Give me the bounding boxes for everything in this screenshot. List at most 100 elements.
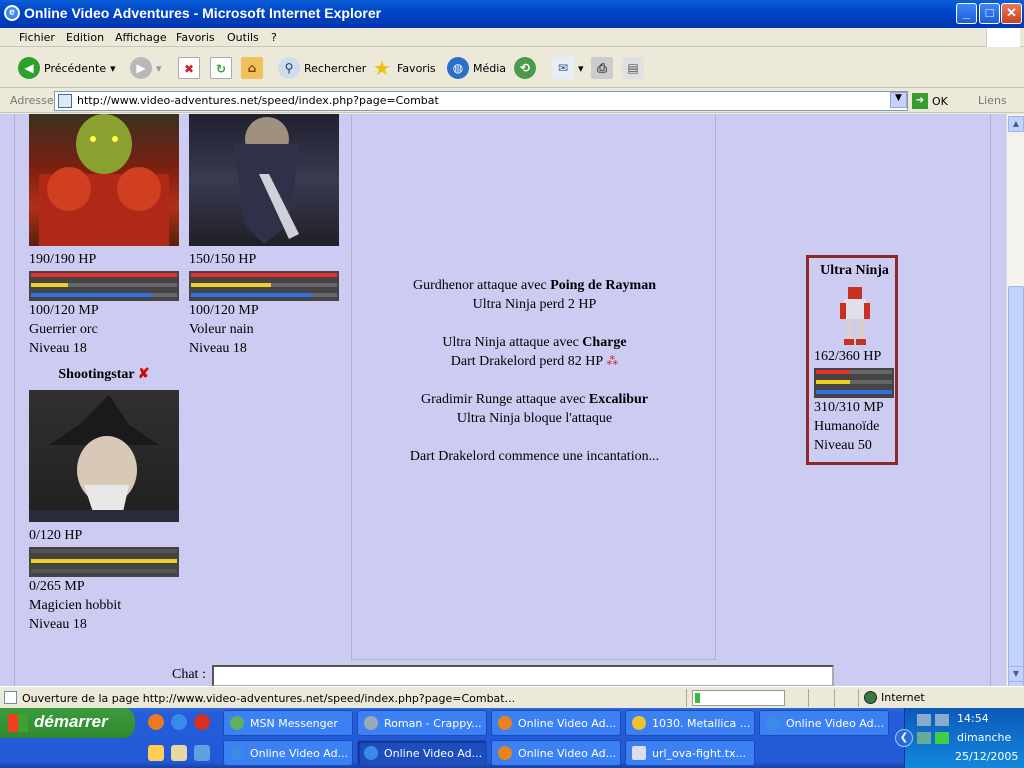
- maximize-button[interactable]: □: [979, 3, 1000, 24]
- toolbar: ◀ Précédente ▾ ▶ ▾ ✖ ↻ ⌂ ⚲ Rechercher ★ …: [0, 48, 1024, 88]
- menu-affichage[interactable]: Affichage: [115, 31, 167, 44]
- task-roman[interactable]: Roman - Crappy...: [357, 710, 487, 736]
- refresh-button[interactable]: ↻: [210, 56, 232, 80]
- ie-quicklaunch-icon[interactable]: [171, 714, 187, 730]
- winamp-quicklaunch-icon[interactable]: [148, 745, 164, 761]
- page-loading-icon: [4, 691, 17, 704]
- globe-icon: ◍: [447, 57, 469, 79]
- msn-tray-icon[interactable]: [917, 732, 931, 744]
- hp-mp-bars: [29, 271, 179, 301]
- home-button[interactable]: ⌂: [241, 56, 263, 80]
- stop-icon: ✖: [178, 57, 200, 79]
- desktop-quicklaunch-icon[interactable]: [171, 745, 187, 761]
- search-label: Rechercher: [304, 61, 367, 75]
- dead-icon: ✘: [137, 367, 150, 382]
- favorites-button[interactable]: ★ Favoris: [371, 56, 436, 80]
- system-tray: ❮ 14:54 dimanche 25/12/2005: [895, 708, 1024, 768]
- level-text: Niveau 18: [29, 341, 87, 356]
- start-button[interactable]: démarrer: [0, 708, 135, 738]
- search-button[interactable]: ⚲ Rechercher: [278, 56, 366, 80]
- hp-text: 0/120 HP: [29, 528, 83, 543]
- hp-text: 190/190 HP: [29, 252, 97, 267]
- search-icon: ⚲: [278, 57, 300, 79]
- task-msn-messenger[interactable]: MSN Messenger: [223, 710, 353, 736]
- menu-favoris[interactable]: Favoris: [176, 31, 215, 44]
- zone-label: Internet: [881, 691, 925, 704]
- mail-button[interactable]: ✉ ▾: [552, 56, 584, 80]
- tray-app-icon[interactable]: [935, 732, 949, 744]
- log-entry: Ultra Ninja attaque avec Charge: [442, 335, 627, 350]
- edit-icon: ▤: [622, 57, 644, 79]
- menu-help[interactable]: ?: [271, 31, 277, 44]
- monitor-icon[interactable]: [935, 714, 949, 726]
- menu-fichier[interactable]: Fichier: [19, 31, 55, 44]
- back-label: Précédente: [44, 61, 107, 75]
- task-ie-active[interactable]: Online Video Ad...: [357, 740, 487, 766]
- close-button[interactable]: ✕: [1001, 3, 1022, 24]
- task-winamp[interactable]: 1030. Metallica ...: [625, 710, 755, 736]
- edit-button[interactable]: ▤: [622, 56, 644, 80]
- back-dropdown-icon[interactable]: ▾: [110, 62, 116, 75]
- links-button[interactable]: Liens: [978, 94, 1007, 107]
- show-hidden-icons-button[interactable]: ❮: [895, 729, 913, 747]
- portrait-hobbit-wizard: [29, 390, 179, 522]
- blood-splat-icon: ⁂: [606, 354, 619, 368]
- firefox-quicklaunch-icon[interactable]: [148, 714, 164, 730]
- task-firefox-1[interactable]: Online Video Ad...: [491, 710, 621, 736]
- msn-quicklaunch-icon[interactable]: [194, 745, 210, 761]
- enemy-level-text: Niveau 50: [814, 438, 872, 453]
- hp-mp-bars: [189, 271, 339, 301]
- opera-quicklaunch-icon[interactable]: [194, 714, 210, 730]
- address-label: Adresse: [10, 94, 54, 107]
- network-icon[interactable]: [917, 714, 931, 726]
- chat-label: Chat :: [172, 667, 206, 682]
- task-ie-1[interactable]: Online Video Ad...: [759, 710, 889, 736]
- scroll-up-icon[interactable]: ▲: [1008, 116, 1024, 132]
- task-ie-2[interactable]: Online Video Ad...: [223, 740, 353, 766]
- class-text: Magicien hobbit: [29, 598, 122, 613]
- forward-button[interactable]: ▶ ▾: [130, 56, 162, 80]
- vertical-scrollbar[interactable]: ▲ ▼: [1006, 114, 1024, 728]
- go-label: OK: [932, 94, 948, 108]
- combat-log: Gurdhenor attaque avec Poing de Rayman U…: [352, 276, 717, 466]
- mail-icon: ✉: [552, 57, 574, 79]
- enemy-name: Ultra Ninja: [820, 263, 889, 278]
- print-button[interactable]: ⎙: [591, 56, 613, 80]
- windows-flag-icon: [8, 714, 28, 732]
- window-title: Online Video Adventures - Microsoft Inte…: [24, 5, 382, 21]
- member-name-text: Shootingstar: [58, 367, 135, 382]
- start-label: démarrer: [34, 712, 108, 731]
- party-member-shootingstar: Shootingstar ✘ 0/120 HP 0/265 MP Magicie…: [29, 366, 179, 634]
- address-input[interactable]: http://www.video-adventures.net/speed/in…: [54, 91, 908, 111]
- minimize-button[interactable]: _: [956, 3, 977, 24]
- media-button[interactable]: ◍ Média: [447, 56, 506, 80]
- home-icon: ⌂: [241, 57, 263, 79]
- task-firefox-2[interactable]: Online Video Ad...: [491, 740, 621, 766]
- go-button[interactable]: ➜ OK: [912, 93, 948, 109]
- content-border-right: [990, 114, 991, 686]
- history-button[interactable]: ⟲: [514, 56, 536, 80]
- security-zone: Internet: [864, 691, 925, 704]
- enemy-type-text: Humanoïde: [814, 419, 880, 434]
- task-notepad[interactable]: url_ova-fight.tx...: [625, 740, 755, 766]
- class-text: Guerrier orc: [29, 322, 98, 337]
- menu-bar: Fichier Edition Affichage Favoris Outils…: [0, 28, 1024, 47]
- log-entry: Gurdhenor attaque avec Poing de Rayman: [412, 278, 656, 293]
- scroll-down-icon[interactable]: ▼: [1008, 666, 1024, 682]
- title-bar[interactable]: e Online Video Adventures - Microsoft In…: [0, 0, 1024, 28]
- member-name: Shootingstar ✘: [29, 366, 179, 388]
- stop-button[interactable]: ✖: [178, 56, 200, 80]
- menu-edition[interactable]: Edition: [66, 31, 104, 44]
- enemy-card: Ultra Ninja 162/360 HP 310/310 MP Humano…: [806, 255, 898, 465]
- star-icon: ★: [373, 56, 391, 80]
- clock-time[interactable]: 14:54: [957, 712, 989, 725]
- combat-log-panel: Gurdhenor attaque avec Poing de Rayman U…: [351, 114, 716, 660]
- chat-input[interactable]: [212, 665, 834, 686]
- back-button[interactable]: ◀ Précédente ▾: [18, 56, 116, 80]
- enemy-sprite: [830, 283, 880, 347]
- scroll-thumb[interactable]: [1008, 286, 1024, 728]
- hp-mp-bars: [29, 547, 179, 577]
- menu-outils[interactable]: Outils: [227, 31, 259, 44]
- portrait-orc-warrior: [29, 114, 179, 246]
- address-dropdown-icon[interactable]: ▼: [890, 92, 907, 108]
